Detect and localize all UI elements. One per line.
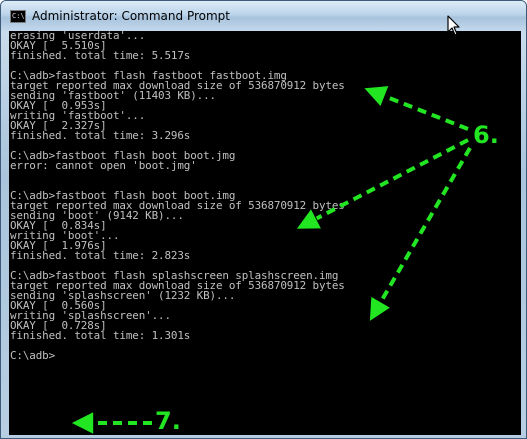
console-line: finished. total time: 5.517s — [10, 49, 191, 62]
annotation-label-7: 7. — [155, 407, 181, 435]
console-line: finished. total time: 2.823s — [10, 249, 191, 262]
console-line: finished. total time: 3.296s — [10, 129, 191, 142]
console-line: error: cannot open 'boot.jmg' — [10, 159, 197, 172]
command-prompt-icon[interactable]: C:\ — [10, 10, 26, 23]
console-line: finished. total time: 1.301s — [10, 329, 191, 342]
window-bottom-border — [1, 435, 526, 438]
window-title: Administrator: Command Prompt — [32, 9, 230, 23]
command-prompt-window: C:\ Administrator: Command Prompt erasin… — [0, 0, 527, 439]
annotation-label-6: 6. — [473, 121, 499, 149]
console-output[interactable]: erasing 'userdata'... OKAY [ 5.510s] finis… — [9, 31, 521, 435]
console-prompt[interactable]: C:\adb> — [10, 350, 521, 361]
mouse-pointer-icon — [447, 15, 460, 36]
